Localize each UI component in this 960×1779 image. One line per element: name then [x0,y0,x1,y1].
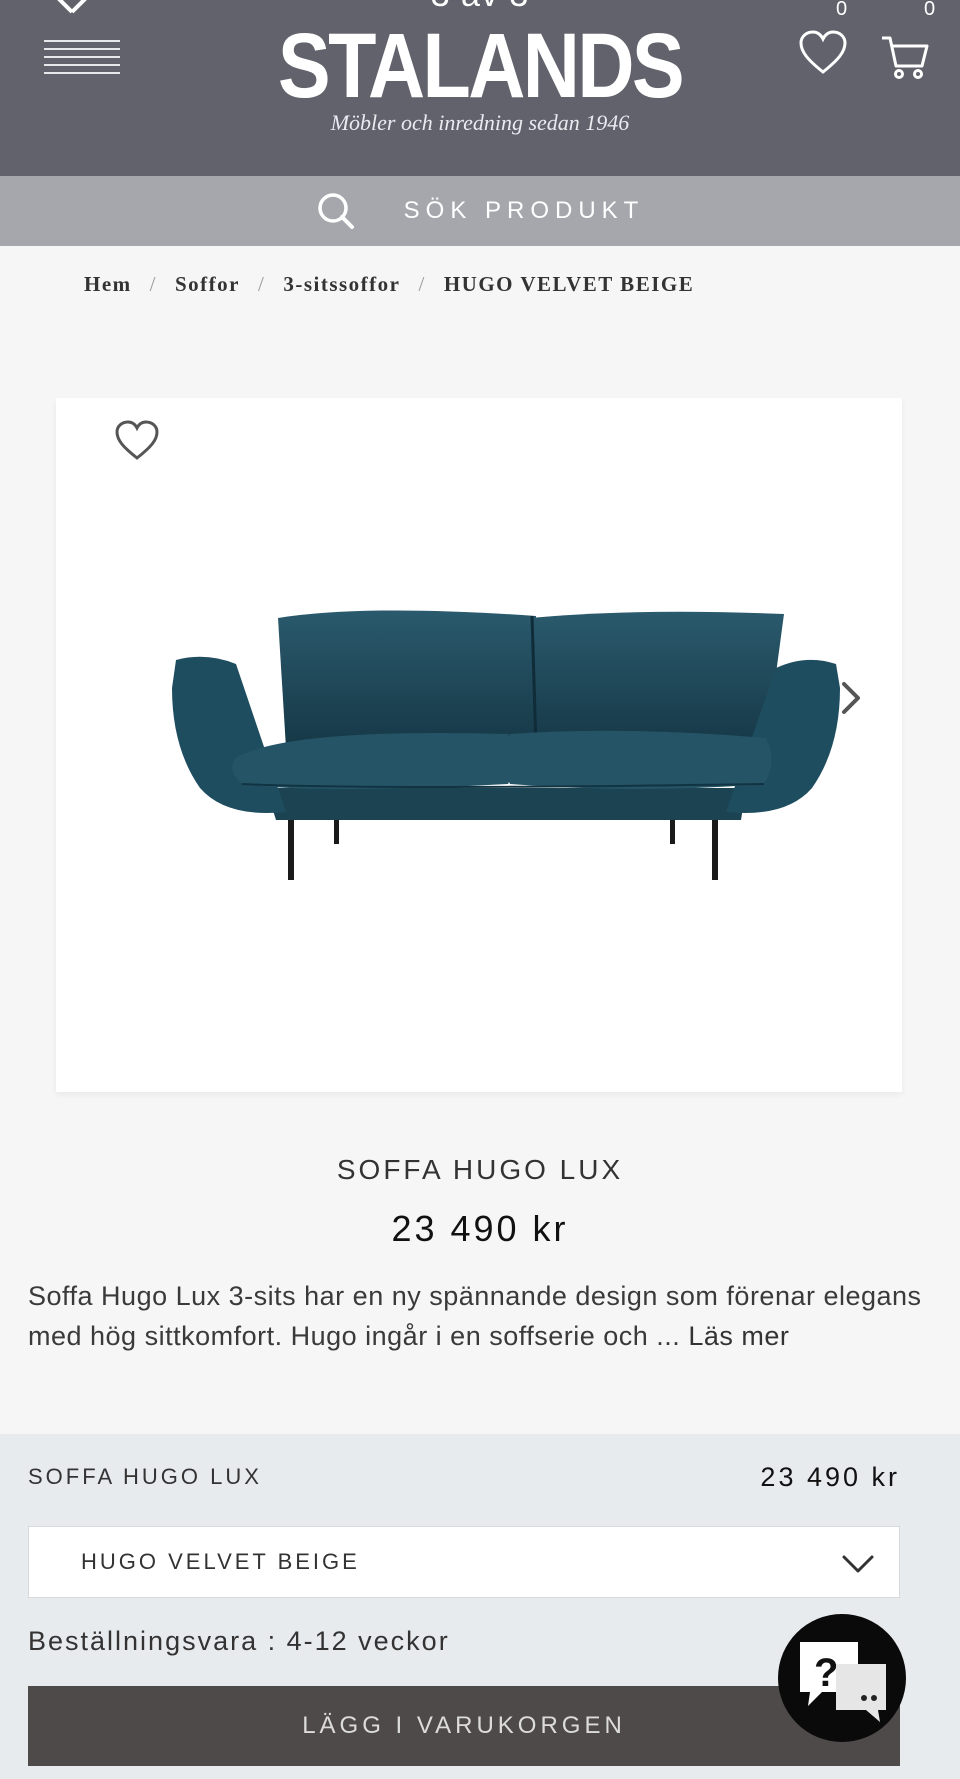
purchase-product-name: SOFFA HUGO LUX [28,1464,262,1489]
chat-help-button[interactable]: ? [778,1614,906,1742]
breadcrumb-3-seaters[interactable]: 3-sitssoffor [283,272,400,297]
heart-icon [799,30,847,74]
variant-select[interactable]: HUGO VELVET BEIGE [28,1526,900,1598]
cart-count: 0 [924,0,936,20]
svg-text:?: ? [814,1651,838,1695]
read-more-link[interactable]: Läs mer [688,1321,789,1351]
product-price: 23 490 kr [391,1208,569,1249]
product-description: Soffa Hugo Lux 3-sits har en ny spännand… [28,1276,928,1356]
selected-variant: HUGO VELVET BEIGE [81,1549,360,1574]
breadcrumb-sofas[interactable]: Soffor [175,272,240,297]
product-title: SOFFA HUGO LUX [336,1154,624,1185]
gallery-counter: 3 av 3 [0,0,960,15]
search-bar[interactable]: SÖK PRODUKT [0,176,960,246]
chat-help-icon: ? [800,1642,886,1722]
breadcrumb-current: HUGO VELVET BEIGE [443,272,695,296]
breadcrumb-separator: / [258,272,266,296]
breadcrumb-separator: / [418,272,426,296]
wishlist-count: 0 [836,0,848,20]
product-image [172,610,840,880]
site-logo[interactable]: STALANDS [67,16,893,116]
delivery-info: Beställningsvara : 4-12 veckor [28,1626,450,1656]
breadcrumb: Hem / Soffor / 3-sitssoffor / HUGO VELVE… [84,272,694,297]
search-label: SÖK PRODUKT [403,197,645,224]
breadcrumb-separator: / [149,272,157,296]
chevron-down-icon [842,1555,874,1573]
chevron-right-icon[interactable] [836,678,866,718]
heart-icon[interactable] [114,420,160,462]
wishlist-button[interactable]: 0 [798,0,850,82]
product-image-carousel[interactable] [56,398,902,1092]
site-tagline: Möbler och inredning sedan 1946 [330,110,630,135]
cart-button[interactable]: 0 [880,0,935,84]
add-to-cart-button[interactable]: LÄGG I VARUKORGEN [28,1686,900,1766]
purchase-price: 23 490 kr [760,1462,900,1492]
cart-icon [882,36,929,79]
site-header: 3 av 3 STALANDS Möbler och inredning sed… [0,0,960,176]
breadcrumb-home[interactable]: Hem [84,272,132,297]
search-icon [317,193,354,229]
